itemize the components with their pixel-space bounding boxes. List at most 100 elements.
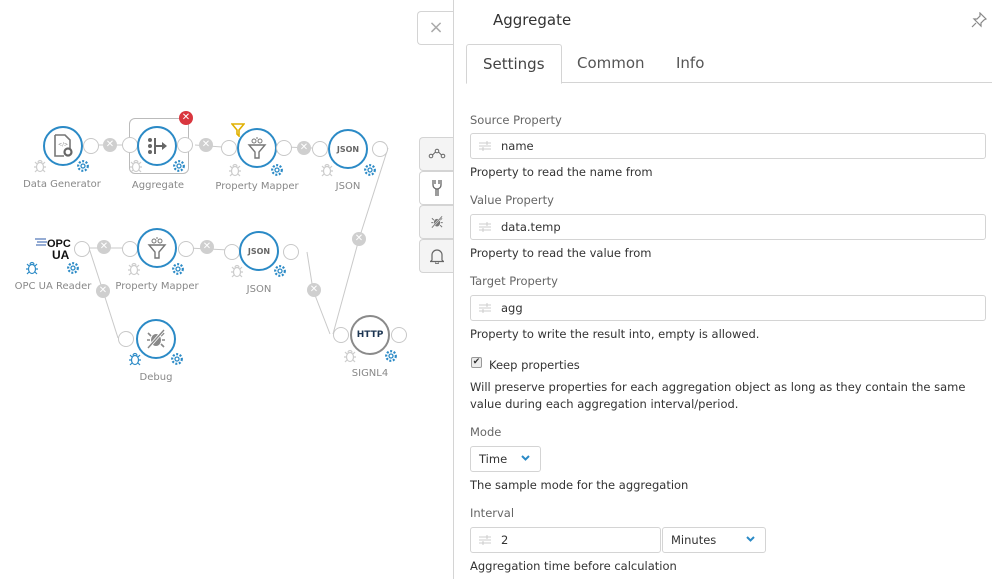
input-port[interactable] xyxy=(221,140,237,156)
input-port[interactable] xyxy=(224,244,240,260)
output-port[interactable] xyxy=(372,141,388,157)
debug-bug-icon[interactable] xyxy=(129,158,143,173)
tool-tab-plug[interactable] xyxy=(419,171,454,205)
source-property-input[interactable]: name xyxy=(470,133,986,159)
keep-properties-help-1: Will preserve properties for each aggreg… xyxy=(470,380,966,394)
tool-tab-debug[interactable] xyxy=(419,205,454,239)
delete-connection-button[interactable]: ✕ xyxy=(200,240,214,254)
output-port[interactable] xyxy=(177,137,193,153)
output-port[interactable] xyxy=(276,140,292,156)
delete-connection-button[interactable]: ✕ xyxy=(96,284,110,298)
output-port[interactable] xyxy=(74,241,90,257)
sliders-icon xyxy=(479,141,491,151)
value-property-label: Value Property xyxy=(470,193,554,207)
file-gear-icon: </> xyxy=(54,134,73,157)
input-port[interactable] xyxy=(118,331,134,347)
svg-text:</>: </> xyxy=(58,142,68,148)
tool-tab-flow[interactable] xyxy=(419,137,454,171)
settings-gear-icon[interactable] xyxy=(273,263,287,277)
input-port[interactable] xyxy=(333,327,349,343)
node-label: Debug xyxy=(139,372,173,383)
mode-select[interactable]: Time xyxy=(470,446,541,472)
delete-connection-button[interactable]: ✕ xyxy=(297,141,311,155)
svg-text:UA: UA xyxy=(52,248,70,260)
debug-bug-icon[interactable] xyxy=(33,158,47,173)
target-property-value: agg xyxy=(501,301,523,315)
output-port[interactable] xyxy=(283,244,299,260)
mode-label: Mode xyxy=(470,425,502,439)
funnel-icon xyxy=(147,237,167,259)
interval-help: Aggregation time before calculation xyxy=(470,559,677,573)
debug-bug-icon[interactable] xyxy=(320,162,334,177)
tab-settings[interactable]: Settings xyxy=(466,44,562,84)
delete-connection-button[interactable]: ✕ xyxy=(199,138,213,152)
tab-common[interactable]: Common xyxy=(561,44,661,83)
settings-gear-icon[interactable] xyxy=(270,162,284,176)
target-property-input[interactable]: agg xyxy=(470,295,986,321)
input-port[interactable] xyxy=(122,137,138,153)
target-property-help: Property to write the result into, empty… xyxy=(470,327,760,341)
settings-gear-icon[interactable] xyxy=(170,351,184,365)
value-property-input[interactable]: data.temp xyxy=(470,214,986,240)
node-json[interactable]: JSON xyxy=(328,129,368,169)
interval-input[interactable]: 2 xyxy=(470,527,661,553)
panel-tabs: Settings Common Info xyxy=(466,44,992,84)
interval-value: 2 xyxy=(501,533,509,547)
close-panel-button[interactable]: × xyxy=(417,11,454,45)
node-label: Property Mapper xyxy=(115,281,199,292)
opc-ua-logo-icon: OPC UA xyxy=(35,238,71,262)
debug-bug-icon[interactable] xyxy=(230,263,244,278)
sliders-icon xyxy=(479,303,491,313)
debug-bug-icon[interactable] xyxy=(25,260,39,275)
pin-icon[interactable] xyxy=(971,11,988,32)
node-label: JSON xyxy=(246,284,272,295)
node-label: Data Generator xyxy=(23,179,101,190)
debug-off-icon xyxy=(431,215,443,229)
delete-connection-button[interactable]: ✕ xyxy=(352,232,366,246)
node-label: SIGNL4 xyxy=(351,368,389,379)
source-property-label: Source Property xyxy=(470,113,562,127)
input-port[interactable] xyxy=(312,141,328,157)
settings-gear-icon[interactable] xyxy=(171,261,185,275)
delete-connection-button[interactable]: ✕ xyxy=(97,240,111,254)
keep-properties-checkbox[interactable]: ✔ xyxy=(471,357,482,368)
json-icon: JSON xyxy=(336,144,360,154)
output-port[interactable] xyxy=(178,241,194,257)
chevron-down-icon xyxy=(746,536,755,542)
node-aggregate[interactable] xyxy=(137,126,177,166)
settings-gear-icon[interactable] xyxy=(363,162,377,176)
debug-bug-icon[interactable] xyxy=(343,348,357,363)
output-port[interactable] xyxy=(83,138,99,154)
settings-gear-icon[interactable] xyxy=(66,260,80,274)
sliders-icon xyxy=(479,535,491,545)
http-icon: HTTP xyxy=(356,330,384,340)
tool-tab-alerts[interactable] xyxy=(419,239,454,273)
properties-panel: Aggregate Settings Common Info Source Pr… xyxy=(454,0,1001,579)
chevron-down-icon xyxy=(521,455,530,461)
tab-info[interactable]: Info xyxy=(660,44,720,83)
delete-node-button[interactable]: ✕ xyxy=(179,111,193,125)
input-port[interactable] xyxy=(122,241,138,257)
source-property-help: Property to read the name from xyxy=(470,165,653,179)
funnel-icon xyxy=(247,137,267,159)
value-property-help: Property to read the value from xyxy=(470,246,652,260)
interval-unit-select[interactable]: Minutes xyxy=(662,527,766,553)
debug-bug-icon[interactable] xyxy=(228,162,242,177)
output-port[interactable] xyxy=(391,327,407,343)
settings-gear-icon[interactable] xyxy=(76,158,90,172)
sliders-icon xyxy=(479,222,491,232)
debug-bug-icon[interactable] xyxy=(128,351,142,366)
flow-canvas[interactable]: </> ✕ Data Generator ✕ ✕ Aggregate ✕ Pro… xyxy=(0,0,454,579)
delete-connection-button[interactable]: ✕ xyxy=(307,283,321,297)
debug-bug-icon[interactable] xyxy=(127,261,141,276)
bell-icon xyxy=(430,249,444,264)
keep-properties-label: Keep properties xyxy=(489,358,580,372)
node-label: Property Mapper xyxy=(215,181,299,192)
interval-label: Interval xyxy=(470,506,515,520)
settings-gear-icon[interactable] xyxy=(384,348,398,362)
node-opc-ua-reader[interactable]: OPC UA xyxy=(34,236,74,262)
interval-unit-value: Minutes xyxy=(671,533,717,547)
target-property-label: Target Property xyxy=(470,274,558,288)
settings-gear-icon[interactable] xyxy=(172,158,186,172)
delete-connection-button[interactable]: ✕ xyxy=(103,138,117,152)
